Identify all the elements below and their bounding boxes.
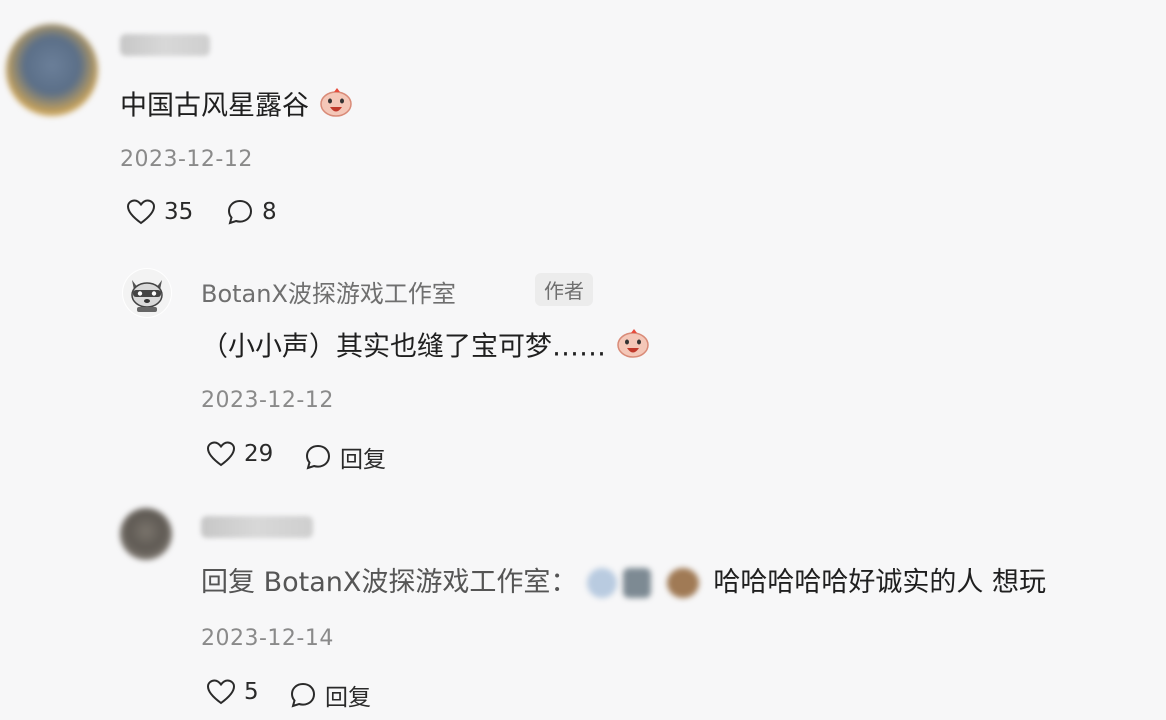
emoji-blurred-icon	[587, 568, 618, 598]
comment-date: 2023-12-12	[120, 147, 253, 172]
reply-button[interactable]: 回复	[289, 678, 371, 712]
avatar[interactable]	[6, 24, 98, 116]
heart-outline-icon	[126, 198, 156, 226]
username-blurred[interactable]	[120, 34, 210, 56]
comment-button[interactable]: 8	[226, 198, 277, 226]
raccoon-avatar-icon	[123, 269, 171, 317]
author-avatar[interactable]	[122, 268, 172, 318]
author-name[interactable]: BotanX波探游戏工作室	[201, 274, 456, 309]
like-count: 35	[164, 199, 194, 225]
screaming-face-emoji-icon	[615, 327, 651, 369]
reply-prefix: 回复 BotanX波探游戏工作室：	[201, 567, 578, 598]
reply-label: 回复	[340, 447, 386, 473]
reply-text-content: 哈哈哈哈哈好诚实的人 想玩	[713, 567, 1046, 598]
heart-outline-icon	[206, 678, 236, 706]
speech-bubble-icon	[304, 443, 332, 471]
reply-text-content: （小小声）其实也缝了宝可梦……	[201, 331, 606, 363]
avatar[interactable]	[120, 508, 172, 560]
author-badge: 作者	[535, 273, 593, 306]
reply-button[interactable]: 回复	[304, 440, 386, 474]
emoji-blurred-icon	[667, 568, 700, 598]
heart-outline-icon	[206, 440, 236, 468]
reply-date: 2023-12-12	[201, 388, 334, 413]
comment-text: 中国古风星露谷	[120, 86, 354, 128]
reply-text: （小小声）其实也缝了宝可梦……	[201, 327, 651, 369]
like-button[interactable]: 35	[126, 198, 193, 226]
screaming-face-emoji-icon	[318, 86, 354, 128]
emoji-blurred-icon	[623, 568, 652, 598]
reply-count: 8	[262, 199, 277, 225]
like-count: 5	[244, 679, 259, 705]
username-blurred[interactable]	[201, 516, 313, 538]
like-button[interactable]: 29	[206, 440, 273, 468]
speech-bubble-icon	[226, 198, 254, 226]
reply-date: 2023-12-14	[201, 626, 334, 651]
like-count: 29	[244, 441, 274, 467]
speech-bubble-icon	[289, 681, 317, 709]
like-button[interactable]: 5	[206, 678, 259, 706]
reply-label: 回复	[325, 685, 371, 711]
reply-text: 回复 BotanX波探游戏工作室： 哈哈哈哈哈好诚实的人 想玩	[201, 565, 1046, 601]
comment-text-content: 中国古风星露谷	[120, 90, 309, 122]
